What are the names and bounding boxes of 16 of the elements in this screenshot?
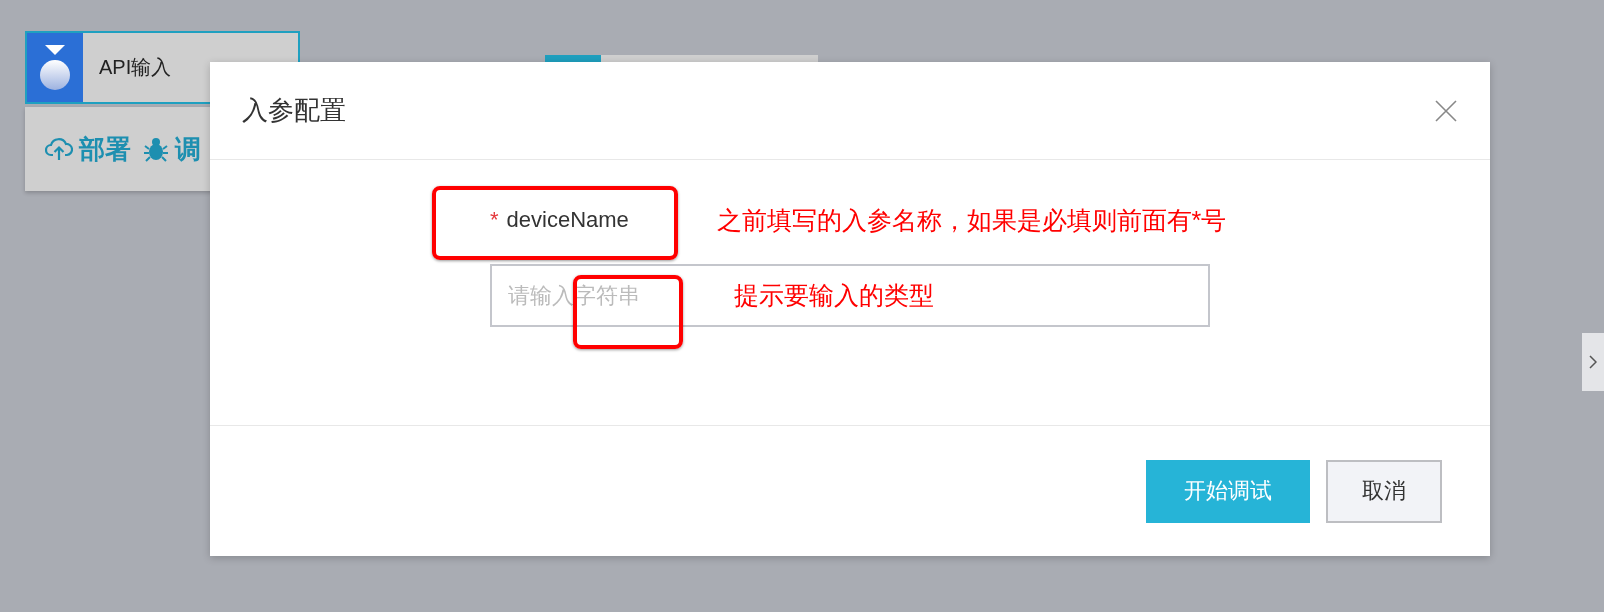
close-button[interactable] — [1434, 98, 1458, 123]
side-panel-toggle[interactable] — [1582, 333, 1604, 391]
cloud-upload-icon — [45, 136, 73, 162]
close-icon — [1434, 98, 1458, 123]
debug-button[interactable]: 调 — [143, 131, 201, 167]
start-debug-button[interactable]: 开始调试 — [1146, 459, 1310, 523]
annotation-text: 提示要输入的类型 — [734, 280, 934, 311]
required-mark: * — [490, 207, 499, 233]
bug-icon — [143, 136, 169, 162]
node-icon — [38, 42, 72, 93]
field-label: deviceName — [506, 207, 630, 233]
node-label: API输入 — [98, 55, 172, 80]
deploy-button[interactable]: 部署 — [45, 131, 131, 167]
annotation-text: 之前填写的入参名称，如果是必填则前面有*号 — [716, 204, 1227, 236]
chevron-right-icon — [1589, 355, 1597, 369]
cancel-button[interactable]: 取消 — [1326, 459, 1442, 523]
